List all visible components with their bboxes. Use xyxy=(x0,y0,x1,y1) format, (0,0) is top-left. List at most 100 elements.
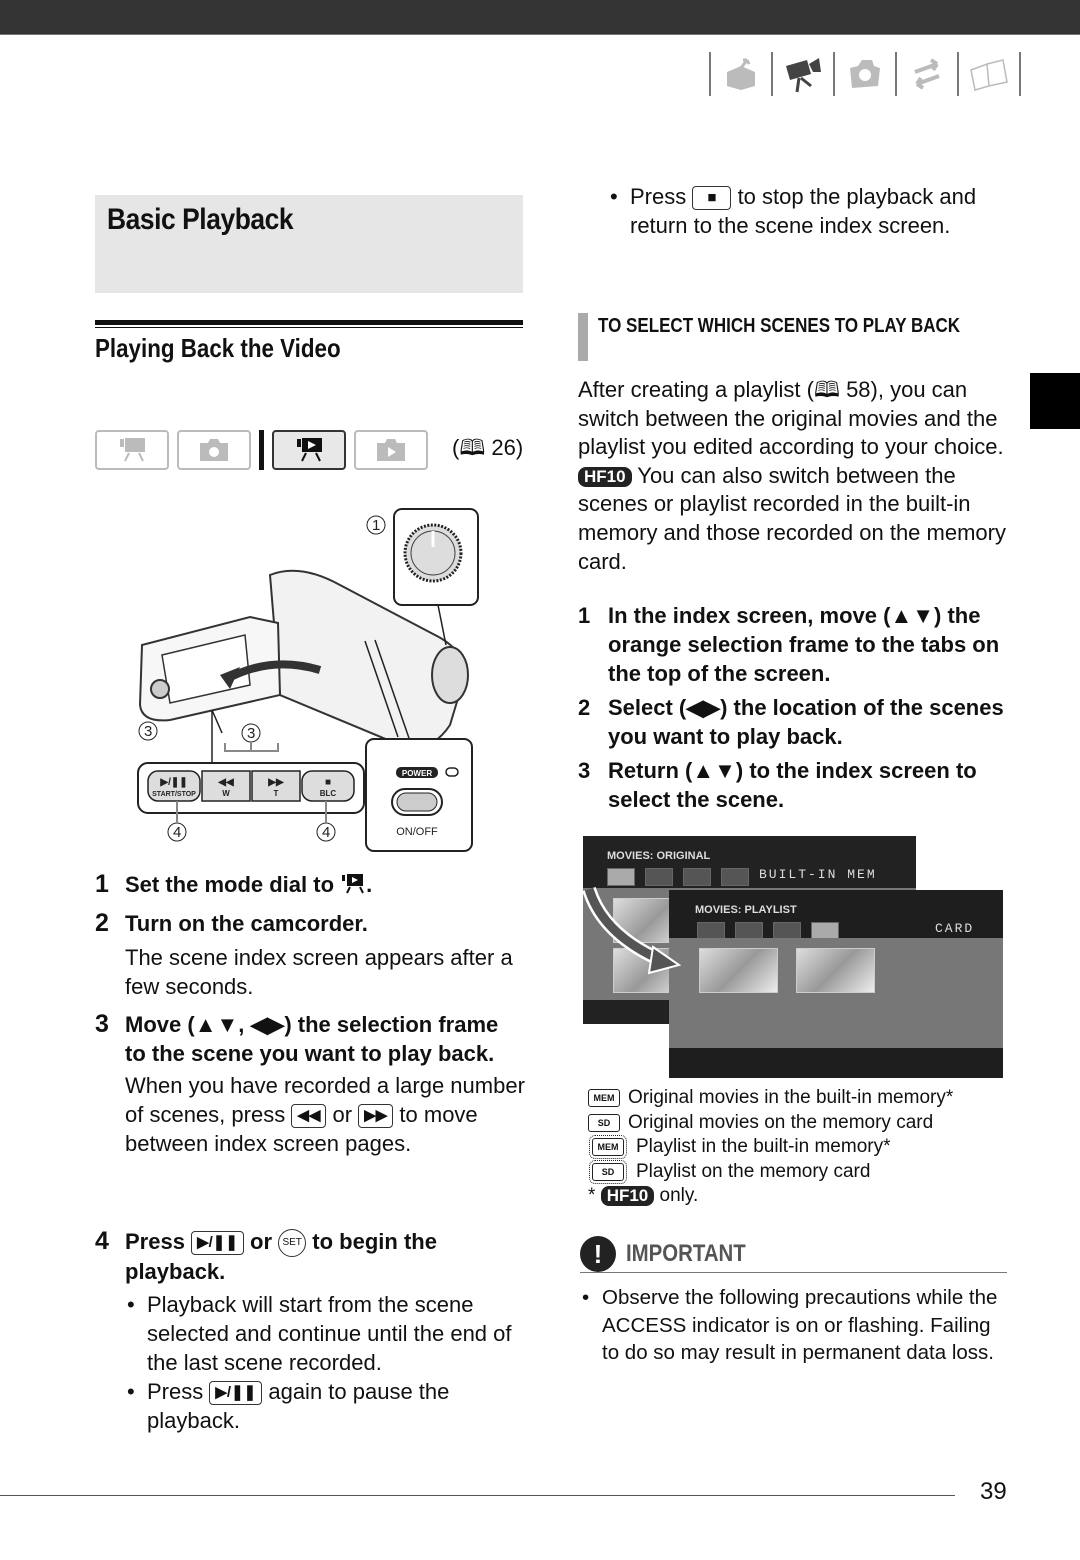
book-icon: 🕮 xyxy=(813,377,840,402)
nav-divider xyxy=(1019,52,1021,96)
callout-4a: 4 xyxy=(173,824,181,841)
page-number: 39 xyxy=(980,1478,1007,1505)
tab-legend: MEM Original movies in the built-in memor… xyxy=(588,1086,953,1209)
step-body: The scene index screen appears after a f… xyxy=(125,945,513,999)
btn-startstop-label: START/STOP xyxy=(152,791,196,798)
btn-rew-symbol: ◀◀ xyxy=(217,777,234,788)
bullet-item: Press ■ to stop the playback and return … xyxy=(608,182,1008,240)
btn-play-symbol: ▶/❚❚ xyxy=(159,777,187,788)
nav-divider xyxy=(833,52,835,96)
page-reference[interactable]: (🕮 26) xyxy=(452,431,523,469)
step-title: Set the mode dial to xyxy=(125,872,335,897)
nav-divider xyxy=(771,52,773,96)
callout-3a: 3 xyxy=(144,723,152,740)
nav-divider xyxy=(895,52,897,96)
thumbnail xyxy=(796,948,875,993)
stop-bullet: Press ■ to stop the playback and return … xyxy=(608,182,1008,240)
up-down-arrows-icon: ▲▼ xyxy=(890,603,934,628)
select-step-1: 1 In the index screen, move (▲▼) the ora… xyxy=(578,603,1000,686)
subsection-title: TO SELECT WHICH SCENES TO PLAY BACK xyxy=(598,315,961,337)
left-right-arrows-icon: ◀▶ xyxy=(686,695,721,720)
step-number: 2 xyxy=(95,909,109,937)
camcorder-illustration: 1 2 3 3 4 4 ▶/❚❚ START/STOP ◀◀ W ▶▶ T ■ … xyxy=(130,505,480,855)
step-bullets: Playback will start from the scene selec… xyxy=(125,1290,525,1435)
fast-forward-key-icon: ▶▶ xyxy=(358,1104,394,1129)
section-title: Playing Back the Video xyxy=(95,333,341,363)
camcorder-drawing: 1 2 3 3 4 4 ▶/❚❚ START/STOP ◀◀ W ▶▶ T ■ … xyxy=(137,508,479,852)
important-body: Observe the following precautions while … xyxy=(580,1284,1008,1367)
top-bar xyxy=(0,0,1080,35)
callout-4b: 4 xyxy=(322,824,330,841)
step-number: 3 xyxy=(95,1010,109,1038)
legend-item: SD Playlist on the memory card xyxy=(588,1159,953,1185)
up-down-arrows-icon: ▲▼ xyxy=(194,1012,239,1037)
transfer-arrows-icon[interactable] xyxy=(903,52,951,96)
tab-playlist-card xyxy=(721,868,749,886)
legend-item: MEM Playlist in the built-in memory* xyxy=(588,1135,953,1160)
step-title: Move (▲▼, ◀▶) the selection frame to the… xyxy=(125,1012,499,1066)
select-step-3: 3 Return (▲▼) to the index screen to sel… xyxy=(578,758,977,812)
nav-divider xyxy=(709,52,711,96)
legend-item: MEM Original movies in the built-in memor… xyxy=(588,1086,953,1111)
step-3: 3 Move (▲▼, ◀▶) the selection frame to t… xyxy=(95,1010,525,1158)
play-pause-key-icon: ▶/❚❚ xyxy=(209,1381,263,1406)
built-in-memory-icon: MEM xyxy=(588,1089,620,1108)
rewind-key-icon: ◀◀ xyxy=(291,1104,327,1129)
playlist-memory-icon: MEM xyxy=(589,1135,627,1160)
power-label: POWER xyxy=(402,769,432,778)
btn-blc-label: BLC xyxy=(320,789,337,798)
switch-arrow-icon xyxy=(583,886,682,975)
playback-mode-icon xyxy=(342,874,365,894)
section-rule-thin xyxy=(95,327,523,328)
mode-record-movie xyxy=(95,430,169,470)
left-right-arrows-icon: ◀▶ xyxy=(250,1012,285,1037)
book-icon[interactable] xyxy=(965,52,1013,96)
heading-bar xyxy=(578,313,588,361)
photo-camera-icon[interactable] xyxy=(841,52,889,96)
play-pause-key-icon: ▶/❚❚ xyxy=(191,1231,244,1256)
legend-item: SD Original movies on the memory card xyxy=(588,1111,953,1136)
page-title-box: Basic Playback xyxy=(95,195,523,293)
bullet-item: Observe the following precautions while … xyxy=(580,1284,1008,1367)
playlist-card-icon: SD xyxy=(589,1159,627,1184)
btn-ff-symbol: ▶▶ xyxy=(267,777,285,788)
mode-divider xyxy=(259,430,264,470)
intro-box-icon[interactable] xyxy=(717,52,765,96)
step-4: 4 Press ▶/❚❚ or SET to begin the playbac… xyxy=(95,1227,525,1435)
thumbnail xyxy=(699,948,778,993)
select-step-2: 2 Select (◀▶) the location of the scenes… xyxy=(578,695,1004,749)
step-2: 2 Turn on the camcorder. The scene index… xyxy=(95,909,525,1001)
mode-playback-photo xyxy=(354,430,428,470)
screen-body xyxy=(669,938,1003,1048)
step-number: 4 xyxy=(95,1227,109,1255)
page-title: Basic Playback xyxy=(107,203,294,236)
screen-title: MOVIES: PLAYLIST xyxy=(695,904,797,916)
video-camera-icon[interactable] xyxy=(779,52,827,96)
important-title: IMPORTANT xyxy=(626,1240,746,1267)
section-rule xyxy=(95,320,523,325)
important-heading: ! IMPORTANT xyxy=(580,1236,1007,1273)
mode-record-photo xyxy=(177,430,251,470)
book-icon: 🕮 xyxy=(459,435,486,460)
hf10-badge: HF10 xyxy=(600,1186,655,1207)
warning-icon: ! xyxy=(580,1236,616,1272)
hf10-badge: HF10 xyxy=(578,466,632,487)
up-down-arrows-icon: ▲▼ xyxy=(692,758,736,783)
stop-key-icon: ■ xyxy=(692,186,732,211)
set-button-icon: SET xyxy=(278,1229,307,1258)
screen-location: CARD xyxy=(935,921,975,936)
select-steps: 1 In the index screen, move (▲▼) the ora… xyxy=(578,601,1008,814)
screen-playlist: MOVIES: PLAYLIST CARD xyxy=(669,890,1003,1078)
footer-rule xyxy=(0,1495,955,1496)
step-number: 1 xyxy=(95,870,109,898)
step-body: When you have recorded a large number of… xyxy=(125,1073,525,1156)
intro-paragraph: After creating a playlist (🕮 58), you ca… xyxy=(578,377,1006,574)
bullet-item: Playback will start from the scene selec… xyxy=(125,1290,525,1377)
mode-indicator-row: (🕮 26) xyxy=(95,430,523,470)
btn-stop-symbol: ■ xyxy=(325,777,331,788)
bullet-item: Press ▶/❚❚ again to pause the playback. xyxy=(125,1377,525,1435)
callout-1: 1 xyxy=(372,517,380,534)
callout-3b: 3 xyxy=(247,725,255,742)
screen-title: MOVIES: ORIGINAL xyxy=(607,850,711,862)
chapter-tab-marker xyxy=(1030,373,1080,429)
